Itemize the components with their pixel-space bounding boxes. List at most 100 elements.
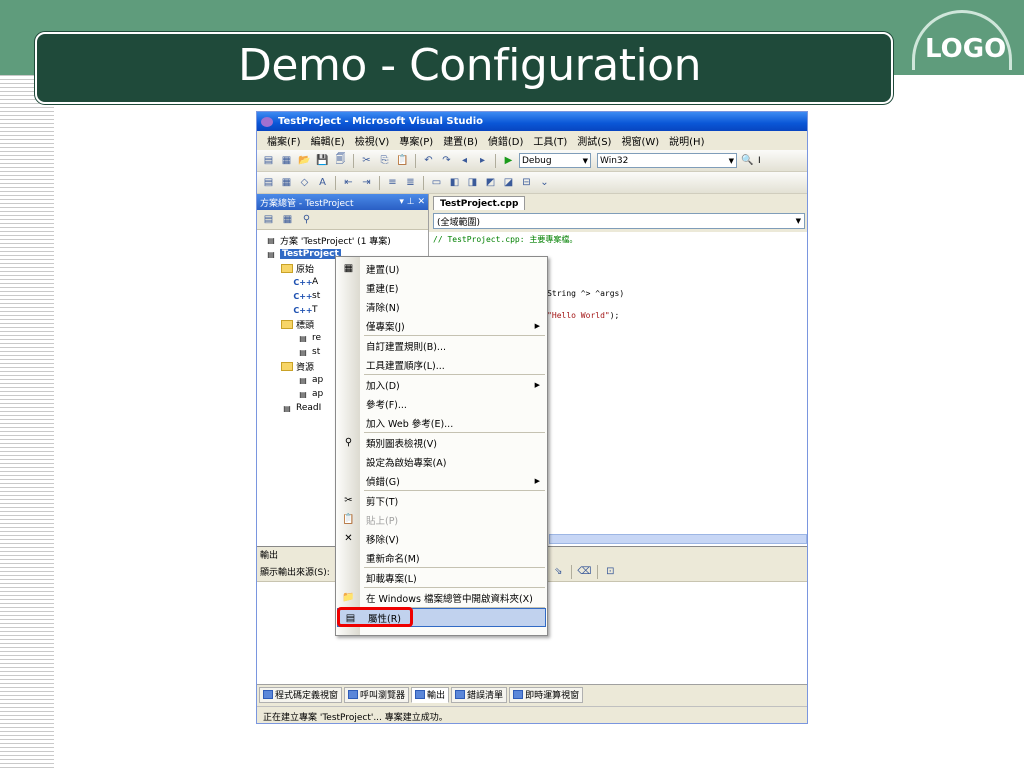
slide-stripes [0, 75, 54, 768]
uncomment-lines-icon[interactable]: ≣ [403, 176, 418, 190]
tree-item[interactable]: ▤ 方案 'TestProject' (1 專案) [259, 233, 426, 247]
submenu-arrow-icon: ▶ [534, 380, 540, 389]
context-menu-item[interactable]: 重建(E) [336, 278, 547, 297]
resource-file-icon: ▤ [299, 375, 307, 385]
bottom-tab[interactable]: 錯誤清單 [451, 686, 508, 703]
menu-item[interactable]: 視窗(W) [621, 133, 659, 148]
submenu-arrow-icon: ▶ [534, 321, 540, 330]
toolbar-divider [379, 175, 380, 190]
context-menu-item[interactable]: 參考(F)... [336, 394, 547, 413]
clear-all-icon[interactable]: ⌫ [577, 565, 592, 579]
context-menu-item[interactable]: 📁 在 Windows 檔案總管中開啟資料夾(X) [336, 588, 547, 607]
next-bookmark-in-folder-icon[interactable]: ◪ [501, 176, 516, 190]
output-source-label: 顯示輸出來源(S): [260, 568, 330, 578]
paste-icon[interactable]: 📋 [395, 154, 410, 168]
display-parameter-info-icon[interactable]: ▦ [279, 176, 294, 190]
display-object-member-list-icon[interactable]: ▤ [261, 176, 276, 190]
bottom-tab[interactable]: 程式碼定義視窗 [259, 686, 343, 703]
toolbar-divider [415, 153, 416, 168]
copy-icon[interactable]: ⎘ [377, 154, 392, 168]
display-word-completion-icon[interactable]: A [315, 176, 330, 190]
toolbar-divider [596, 564, 598, 579]
context-menu-item-label: 偵錯(G) [366, 476, 400, 488]
context-menu-item[interactable]: ✂ 剪下(T) [336, 491, 547, 510]
tree-item-label: 標頭 [296, 320, 315, 331]
menu-item[interactable]: 檔案(F) [267, 133, 301, 148]
platform-combo[interactable]: Win32 ▼ [597, 153, 737, 168]
menu-item[interactable]: 說明(H) [669, 133, 704, 148]
undo-icon[interactable]: ↶ [421, 154, 436, 168]
navigate-forward-icon[interactable]: ▸ [475, 154, 490, 168]
context-menu-item[interactable]: ▤ 屬性(R) [337, 607, 546, 627]
redo-icon[interactable]: ↷ [439, 154, 454, 168]
menu-item[interactable]: 測試(S) [577, 133, 611, 148]
config-combo[interactable]: Debug ▼ [519, 153, 591, 168]
start-debugging-icon[interactable]: ▶ [501, 154, 516, 168]
menu-item[interactable]: 建置(B) [443, 133, 478, 148]
scope-value: (全域範圍) [437, 217, 481, 228]
comment-lines-icon[interactable]: ≡ [385, 176, 400, 190]
bottom-tab[interactable]: 即時運算視窗 [509, 686, 584, 703]
menu-item[interactable]: 工具(T) [533, 133, 567, 148]
new-project-icon[interactable]: ▤ [261, 154, 276, 168]
scope-bar: (全域範圍) ▼ [429, 210, 807, 232]
previous-bookmark-in-folder-icon[interactable]: ◩ [483, 176, 498, 190]
bottom-tab[interactable]: 呼叫瀏覽器 [344, 686, 410, 703]
menu-item[interactable]: 偵錯(D) [488, 133, 524, 148]
properties-icon[interactable]: ▤ [261, 213, 276, 227]
toolbar-overflow-icon[interactable]: ⌄ [537, 176, 552, 190]
toggle-word-wrap-icon[interactable]: ⊡ [603, 565, 618, 579]
context-menu-item[interactable]: 📋 貼上(P) [336, 510, 547, 529]
cut-icon[interactable]: ✂ [359, 154, 374, 168]
increase-indent-icon[interactable]: ⇥ [359, 176, 374, 190]
bottom-tab[interactable]: 輸出 [411, 686, 450, 703]
view-class-diagram-icon[interactable]: ⚲ [299, 213, 314, 227]
context-menu-item[interactable]: 卸載專案(L) [336, 568, 547, 587]
open-file-icon[interactable]: 📂 [297, 154, 312, 168]
navigate-back-icon[interactable]: ◂ [457, 154, 472, 168]
toggle-bookmark-icon[interactable]: ▭ [429, 176, 444, 190]
go-to-next-message-icon[interactable]: ⇘ [551, 565, 566, 579]
menu-item[interactable]: 檢視(V) [355, 133, 390, 148]
solution-explorer-title: 方案總管 - TestProject [260, 198, 354, 209]
context-menu-item[interactable]: 重新命名(M) [336, 548, 547, 567]
scope-combo[interactable]: (全域範圍) ▼ [433, 213, 805, 229]
context-menu-item[interactable]: 僅專案(J) ▶ [336, 316, 547, 335]
context-menu-item[interactable]: 工具建置順序(L)... [336, 355, 547, 374]
highlight-annotation [337, 607, 413, 627]
context-menu-item[interactable]: 自訂建置規則(B)... [336, 336, 547, 355]
context-menu-item-label: 移除(V) [366, 534, 399, 546]
clear-bookmarks-icon[interactable]: ⊟ [519, 176, 534, 190]
next-bookmark-icon[interactable]: ◨ [465, 176, 480, 190]
menubar: 檔案(F) 編輯(E) 檢視(V) 專案(P) 建置(B) 偵錯(D) 工具(T) 測試(S)… [257, 131, 807, 150]
horizontal-scrollbar[interactable] [549, 534, 807, 544]
menu-item[interactable]: 專案(P) [399, 133, 433, 148]
context-menu-item[interactable]: 加入(D) ▶ [336, 375, 547, 394]
tree-item-label: 方案 'TestProject' (1 專案) [280, 236, 391, 247]
context-menu-item[interactable]: ⚲ 類別圖表檢視(V) [336, 433, 547, 452]
previous-bookmark-icon[interactable]: ◧ [447, 176, 462, 190]
toolbar-divider [335, 175, 336, 190]
string-literal: "Hello World" [547, 311, 610, 320]
context-menu-item[interactable]: 偵錯(G) ▶ [336, 471, 547, 490]
text-editor-toolbar: ▤ ▦ ◇ A ⇤ ⇥ ≡ ≣ ▭ ◧ ◨ ◩ ◪ ⊟ ⌄ [257, 172, 807, 194]
context-menu-item-label: 剪下(T) [366, 496, 399, 508]
context-menu-item[interactable]: 設定為啟始專案(A) [336, 452, 547, 471]
display-quick-info-icon[interactable]: ◇ [297, 176, 312, 190]
find-in-files-icon[interactable]: 🔍 [740, 154, 755, 168]
save-icon[interactable]: 💾 [315, 154, 330, 168]
editor-tab-file[interactable]: TestProject.cpp [433, 196, 526, 210]
chevron-down-icon: ▼ [795, 217, 801, 225]
context-menu-item[interactable]: ✕ 移除(V) [336, 529, 547, 548]
resource-file-icon: ▤ [299, 389, 307, 399]
context-menu-item[interactable]: 清除(N) [336, 297, 547, 316]
context-menu-item[interactable]: ▦ 建置(U) [336, 259, 547, 278]
show-all-files-icon[interactable]: ▦ [280, 213, 295, 227]
decrease-indent-icon[interactable]: ⇤ [341, 176, 356, 190]
panel-window-controls[interactable]: ▾ ⊥ ✕ [399, 197, 425, 207]
save-all-icon[interactable]: 🗐 [333, 154, 348, 168]
tree-item-label: st [312, 291, 321, 301]
context-menu-item[interactable]: 加入 Web 參考(E)... [336, 413, 547, 432]
add-item-icon[interactable]: ▦ [279, 154, 294, 168]
menu-item[interactable]: 編輯(E) [311, 133, 345, 148]
